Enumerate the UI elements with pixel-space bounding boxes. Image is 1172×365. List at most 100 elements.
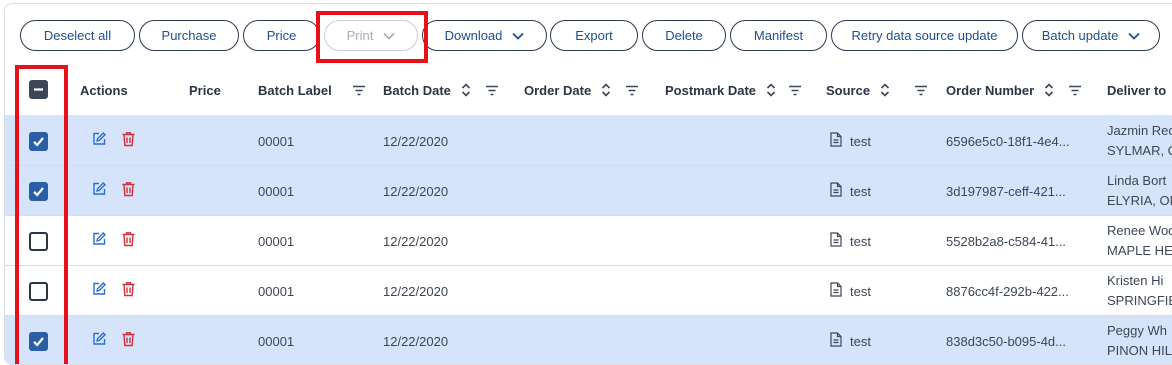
edit-icon[interactable] [91,331,107,352]
deliver-to-cell: Renee Woo MAPLE HE [1107,216,1172,266]
row-checkbox[interactable] [29,132,48,151]
order-number-cell[interactable]: 6596e5c0-18f1-4e4... [946,116,1070,166]
row-checkbox[interactable] [29,282,48,301]
manifest-button[interactable]: Manifest [730,20,827,51]
batch-update-label: Batch update [1041,28,1119,43]
retry-data-source-update-button[interactable]: Retry data source update [831,20,1018,51]
deliver-to-city: PINON HIL [1107,343,1172,358]
chevron-down-icon [512,32,525,40]
batch-label-cell: 00001 [258,333,295,349]
filter-icon[interactable] [1068,85,1082,96]
export-button[interactable]: Export [550,20,638,51]
column-batch-date[interactable]: Batch Date [383,64,499,116]
table-row[interactable]: 00001 12/22/2020 test 838d3c50-b095-4d... Pe… [5,316,1172,364]
chevron-down-icon [1128,32,1140,40]
select-all-checkbox[interactable] [29,80,48,99]
column-price: Price [189,64,221,116]
download-button[interactable]: Download [422,20,547,51]
column-batch-label[interactable]: Batch Label [258,64,366,116]
sort-icon[interactable] [461,83,471,97]
source-label: test [850,233,871,249]
filter-icon[interactable] [914,85,928,96]
order-number-cell[interactable]: 8876cc4f-292b-422... [946,266,1069,316]
delete-icon[interactable] [121,181,136,202]
filter-icon[interactable] [352,85,366,96]
column-deliver-to[interactable]: Deliver to [1107,64,1166,116]
table-row[interactable]: 00001 12/22/2020 test 3d197987-ceff-421... L… [5,166,1172,216]
table-row[interactable]: 00001 12/22/2020 test 8876cc4f-292b-422... K… [5,266,1172,316]
print-label: Print [346,28,374,43]
deliver-to-cell: Kristen Hi SPRINGFIE [1107,266,1172,316]
row-checkbox[interactable] [29,332,48,351]
batch-update-button[interactable]: Batch update [1022,20,1160,51]
filter-icon[interactable] [788,85,802,96]
order-number-cell[interactable]: 3d197987-ceff-421... [946,166,1066,216]
deliver-to-name: Peggy Wh [1107,323,1167,338]
batch-label-cell: 00001 [258,233,295,249]
delete-button[interactable]: Delete [642,20,726,51]
filter-icon[interactable] [485,85,499,96]
deliver-to-city: MAPLE HE [1107,243,1172,258]
toolbar: Deselect all Purchase Price Print Downlo… [5,4,1172,64]
column-source-label: Source [826,82,871,98]
source-cell: test [830,266,871,316]
delete-icon[interactable] [121,231,136,252]
column-postmark-date[interactable]: Postmark Date [665,64,802,116]
sort-icon[interactable] [880,83,890,97]
batch-label-cell: 00001 [258,133,295,149]
batch-label-cell: 00001 [258,283,295,299]
column-order-date[interactable]: Order Date [524,64,639,116]
edit-icon[interactable] [91,131,107,152]
column-order-date-label: Order Date [524,82,592,98]
column-order-number[interactable]: Order Number [946,64,1082,116]
deselect-all-label: Deselect all [43,28,112,43]
column-deliver-to-label: Deliver to [1107,82,1167,98]
sort-icon[interactable] [766,83,776,97]
price-label: Price [266,28,297,43]
source-cell: test [830,216,871,266]
column-actions-label: Actions [80,82,128,98]
batch-label-cell: 00001 [258,183,295,199]
column-source[interactable]: Source [826,64,928,116]
row-checkbox[interactable] [29,232,48,251]
batch-date-cell: 12/22/2020 [383,183,449,199]
source-label: test [850,283,871,299]
sort-icon[interactable] [601,83,611,97]
order-number-cell[interactable]: 5528b2a8-c584-41... [946,216,1066,266]
source-label: test [850,183,871,199]
batch-date-cell: 12/22/2020 [383,283,449,299]
deliver-to-city: ELYRIA, OH [1107,193,1172,208]
price-button[interactable]: Price [243,20,320,51]
export-label: Export [575,28,613,43]
retry-label: Retry data source update [851,28,998,43]
order-number-cell[interactable]: 838d3c50-b095-4d... [946,316,1066,364]
deliver-to-name: Kristen Hi [1107,273,1164,288]
manifest-label: Manifest [753,28,804,43]
print-button[interactable]: Print [324,20,418,51]
column-batch-label-label: Batch Label [258,82,332,98]
table-row[interactable]: 00001 12/22/2020 test 6596e5c0-18f1-4e4... J… [5,116,1172,166]
deliver-to-city: SYLMAR, C [1107,143,1172,158]
batch-date-cell: 12/22/2020 [383,333,449,349]
edit-icon[interactable] [91,181,107,202]
chevron-down-icon [383,32,395,40]
row-actions [91,116,136,166]
document-icon [830,282,842,300]
delete-icon[interactable] [121,331,136,352]
row-actions [91,266,136,316]
deliver-to-name: Linda Bort [1107,173,1167,188]
table-row[interactable]: 00001 12/22/2020 test 5528b2a8-c584-41... Re… [5,216,1172,266]
batch-date-cell: 12/22/2020 [383,133,449,149]
column-order-number-label: Order Number [946,82,1035,98]
row-checkbox[interactable] [29,182,48,201]
delete-icon[interactable] [121,131,136,152]
edit-icon[interactable] [91,281,107,302]
deselect-all-button[interactable]: Deselect all [20,20,135,51]
purchase-button[interactable]: Purchase [139,20,239,51]
delete-icon[interactable] [121,281,136,302]
deliver-to-name: Jazmin Rec [1107,123,1172,138]
source-cell: test [830,166,871,216]
filter-icon[interactable] [625,85,639,96]
sort-icon[interactable] [1044,83,1054,97]
edit-icon[interactable] [91,231,107,252]
